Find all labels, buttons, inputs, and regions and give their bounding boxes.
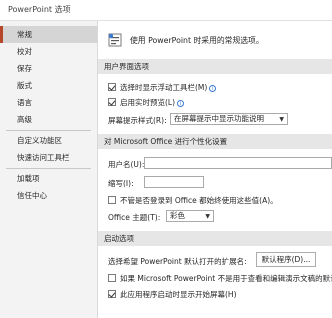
options-sidebar: 常规 校对 保存 版式 语言 高级 自定义功能区 快速访问工具栏 加载项 信任中… bbox=[0, 21, 98, 318]
sidebar-item-proofing[interactable]: 校对 bbox=[0, 43, 97, 60]
chevron-down-icon: ▼ bbox=[205, 213, 210, 220]
screentip-style-dropdown[interactable]: 在屏幕提示中显示功能说明 ▼ bbox=[170, 113, 288, 125]
window-title: PowerPoint 选项 bbox=[8, 5, 71, 14]
sidebar-item-general[interactable]: 常规 bbox=[0, 26, 97, 43]
section-ui-options: 用户界面选项 bbox=[98, 59, 332, 74]
always-use-values-checkbox[interactable] bbox=[108, 196, 116, 204]
not-default-program-label[interactable]: 如果 Microsoft PowerPoint 不是用于查看和编辑演示文稿的默认 bbox=[120, 273, 332, 284]
sidebar-item-quick-access-toolbar[interactable]: 快速访问工具栏 bbox=[0, 149, 97, 166]
live-preview-label[interactable]: 启用实时预览(L) bbox=[120, 98, 175, 107]
title-bar: PowerPoint 选项 bbox=[0, 0, 332, 21]
show-start-screen-checkbox[interactable] bbox=[108, 290, 116, 298]
screentip-style-value: 在屏幕提示中显示功能说明 bbox=[174, 114, 264, 123]
general-options-icon bbox=[108, 33, 122, 47]
initials-label: 缩写(I): bbox=[108, 179, 134, 188]
screentip-style-label: 屏幕提示样式(R): bbox=[108, 116, 167, 125]
office-theme-dropdown[interactable]: 彩色 ▼ bbox=[166, 210, 214, 222]
initials-input[interactable] bbox=[144, 176, 204, 188]
not-default-program-checkbox[interactable] bbox=[108, 274, 116, 282]
chevron-down-icon: ▼ bbox=[279, 116, 284, 123]
intro-text: 使用 PowerPoint 时采用的常规选项。 bbox=[130, 36, 264, 45]
mini-toolbar-checkbox[interactable] bbox=[108, 83, 116, 91]
sidebar-item-add-ins[interactable]: 加载项 bbox=[0, 170, 97, 187]
sidebar-item-customize-ribbon[interactable]: 自定义功能区 bbox=[0, 132, 97, 149]
sidebar-item-language[interactable]: 语言 bbox=[0, 94, 97, 111]
office-theme-value: 彩色 bbox=[170, 211, 185, 220]
sidebar-divider bbox=[6, 168, 91, 169]
sidebar-item-save[interactable]: 保存 bbox=[0, 60, 97, 77]
sidebar-item-advanced[interactable]: 高级 bbox=[0, 111, 97, 128]
sidebar-item-trust-center[interactable]: 信任中心 bbox=[0, 187, 97, 204]
always-use-values-label[interactable]: 不管是否登录到 Office 都始终使用这些值(A)。 bbox=[120, 195, 278, 206]
options-main-panel: 使用 PowerPoint 时采用的常规选项。 用户界面选项 选择时显示浮动工具… bbox=[98, 21, 332, 318]
show-start-screen-label[interactable]: 此应用程序启动时显示开始屏幕(H) bbox=[120, 289, 237, 300]
mini-toolbar-label[interactable]: 选择时显示浮动工具栏(M) bbox=[120, 83, 207, 92]
username-label: 用户名(U): bbox=[108, 160, 145, 169]
default-programs-button[interactable]: 默认程序(D)... bbox=[256, 252, 316, 267]
info-icon: i bbox=[177, 99, 185, 107]
mini-toolbar-row: 选择时显示浮动工具栏(M) i bbox=[120, 82, 217, 93]
info-icon: i bbox=[209, 84, 217, 92]
default-extension-label: 选择希望 PowerPoint 默认打开的扩展名: bbox=[108, 257, 247, 266]
sidebar-item-typography[interactable]: 版式 bbox=[0, 77, 97, 94]
live-preview-row: 启用实时预览(L) i bbox=[120, 97, 185, 108]
section-startup: 启动选项 bbox=[98, 231, 332, 246]
live-preview-checkbox[interactable] bbox=[108, 98, 116, 106]
sidebar-divider bbox=[6, 130, 91, 131]
section-personalize: 对 Microsoft Office 进行个性化设置 bbox=[98, 134, 332, 149]
office-theme-label: Office 主题(T): bbox=[108, 213, 161, 222]
username-input[interactable] bbox=[144, 157, 332, 169]
